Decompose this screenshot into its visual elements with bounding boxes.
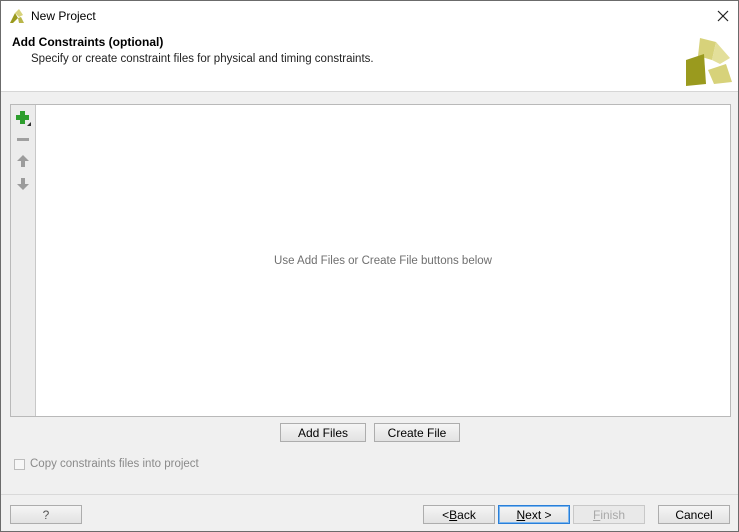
new-project-dialog: New Project Add Constraints (optional) S…	[0, 0, 739, 532]
brand-logo-icon	[686, 38, 732, 86]
back-label-rest: ack	[457, 507, 476, 522]
app-logo-icon	[9, 8, 25, 24]
back-button[interactable]: < Back	[423, 505, 495, 524]
move-up-icon	[17, 155, 29, 167]
close-button[interactable]	[708, 1, 738, 31]
empty-list-hint: Use Add Files or Create File buttons bel…	[274, 254, 492, 267]
remove-file-button[interactable]	[14, 130, 32, 148]
close-icon	[717, 10, 729, 22]
window-title: New Project	[31, 9, 96, 23]
copy-constraints-checkbox[interactable]	[14, 458, 25, 470]
back-mnemonic: B	[449, 507, 458, 522]
help-button[interactable]: ?	[10, 505, 82, 524]
finish-label-rest: inish	[600, 507, 626, 522]
wizard-header: Add Constraints (optional) Specify or cr…	[1, 31, 738, 92]
remove-icon	[17, 138, 29, 141]
add-files-button[interactable]: Add Files	[280, 423, 366, 442]
cancel-button[interactable]: Cancel	[658, 505, 730, 524]
finish-mnemonic: F	[592, 507, 601, 522]
finish-button[interactable]: Finish	[573, 505, 645, 524]
copy-constraints-label: Copy constraints files into project	[30, 458, 199, 470]
add-icon	[16, 111, 31, 126]
next-button[interactable]: Next >	[498, 505, 570, 524]
page-title: Add Constraints (optional)	[12, 35, 164, 49]
add-file-button[interactable]	[14, 109, 32, 127]
next-mnemonic: N	[516, 507, 526, 522]
copy-constraints-option[interactable]: Copy constraints files into project	[14, 457, 199, 471]
footer-divider	[1, 494, 738, 495]
constraint-file-list[interactable]: Use Add Files or Create File buttons bel…	[10, 104, 731, 417]
page-subtitle: Specify or create constraint files for p…	[31, 53, 374, 65]
next-label-rest: ext >	[525, 507, 552, 522]
create-file-button[interactable]: Create File	[374, 423, 460, 442]
move-down-button[interactable]	[14, 175, 32, 193]
move-down-icon	[17, 178, 29, 190]
move-up-button[interactable]	[14, 152, 32, 170]
file-toolbar	[11, 105, 36, 416]
title-bar: New Project	[1, 1, 738, 31]
back-label-prefix: <	[442, 507, 450, 522]
